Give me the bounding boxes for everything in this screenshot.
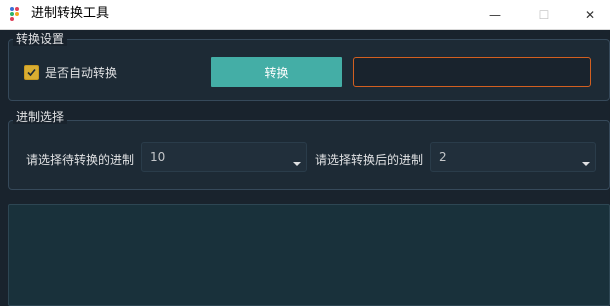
checkmark-icon: [27, 68, 36, 77]
from-base-value: 10: [150, 150, 166, 164]
auto-convert-label[interactable]: 是否自动转换: [45, 64, 117, 81]
minimize-button[interactable]: —: [472, 0, 518, 29]
base-select-title: 进制选择: [13, 110, 68, 124]
main-panel: 转换设置 是否自动转换 转换 进制选择 请选择待转换的进制 10 请选择转换后的…: [0, 30, 610, 306]
convert-button[interactable]: 转换: [211, 57, 342, 87]
convert-button-label: 转换: [264, 65, 289, 80]
output-area[interactable]: [8, 204, 610, 306]
from-base-label: 请选择待转换的进制: [26, 153, 135, 167]
app-icon: [10, 7, 24, 21]
number-input[interactable]: [353, 57, 591, 87]
to-base-value: 2: [439, 150, 447, 164]
auto-convert-checkbox[interactable]: [24, 65, 39, 80]
window-title: 进制转换工具: [31, 6, 110, 21]
to-base-select[interactable]: 2: [430, 142, 596, 172]
title-bar: 进制转换工具 — ☐ ✕: [0, 0, 610, 30]
from-base-select[interactable]: 10: [141, 142, 307, 172]
to-base-label: 请选择转换后的进制: [315, 153, 424, 167]
minimize-icon: —: [489, 7, 501, 22]
chevron-down-icon: [582, 162, 590, 166]
close-icon: ✕: [584, 7, 596, 22]
chevron-down-icon: [293, 162, 301, 166]
maximize-button[interactable]: ☐: [521, 0, 567, 29]
maximize-icon: ☐: [538, 7, 550, 22]
close-button[interactable]: ✕: [567, 0, 610, 29]
convert-settings-title: 转换设置: [13, 32, 68, 46]
